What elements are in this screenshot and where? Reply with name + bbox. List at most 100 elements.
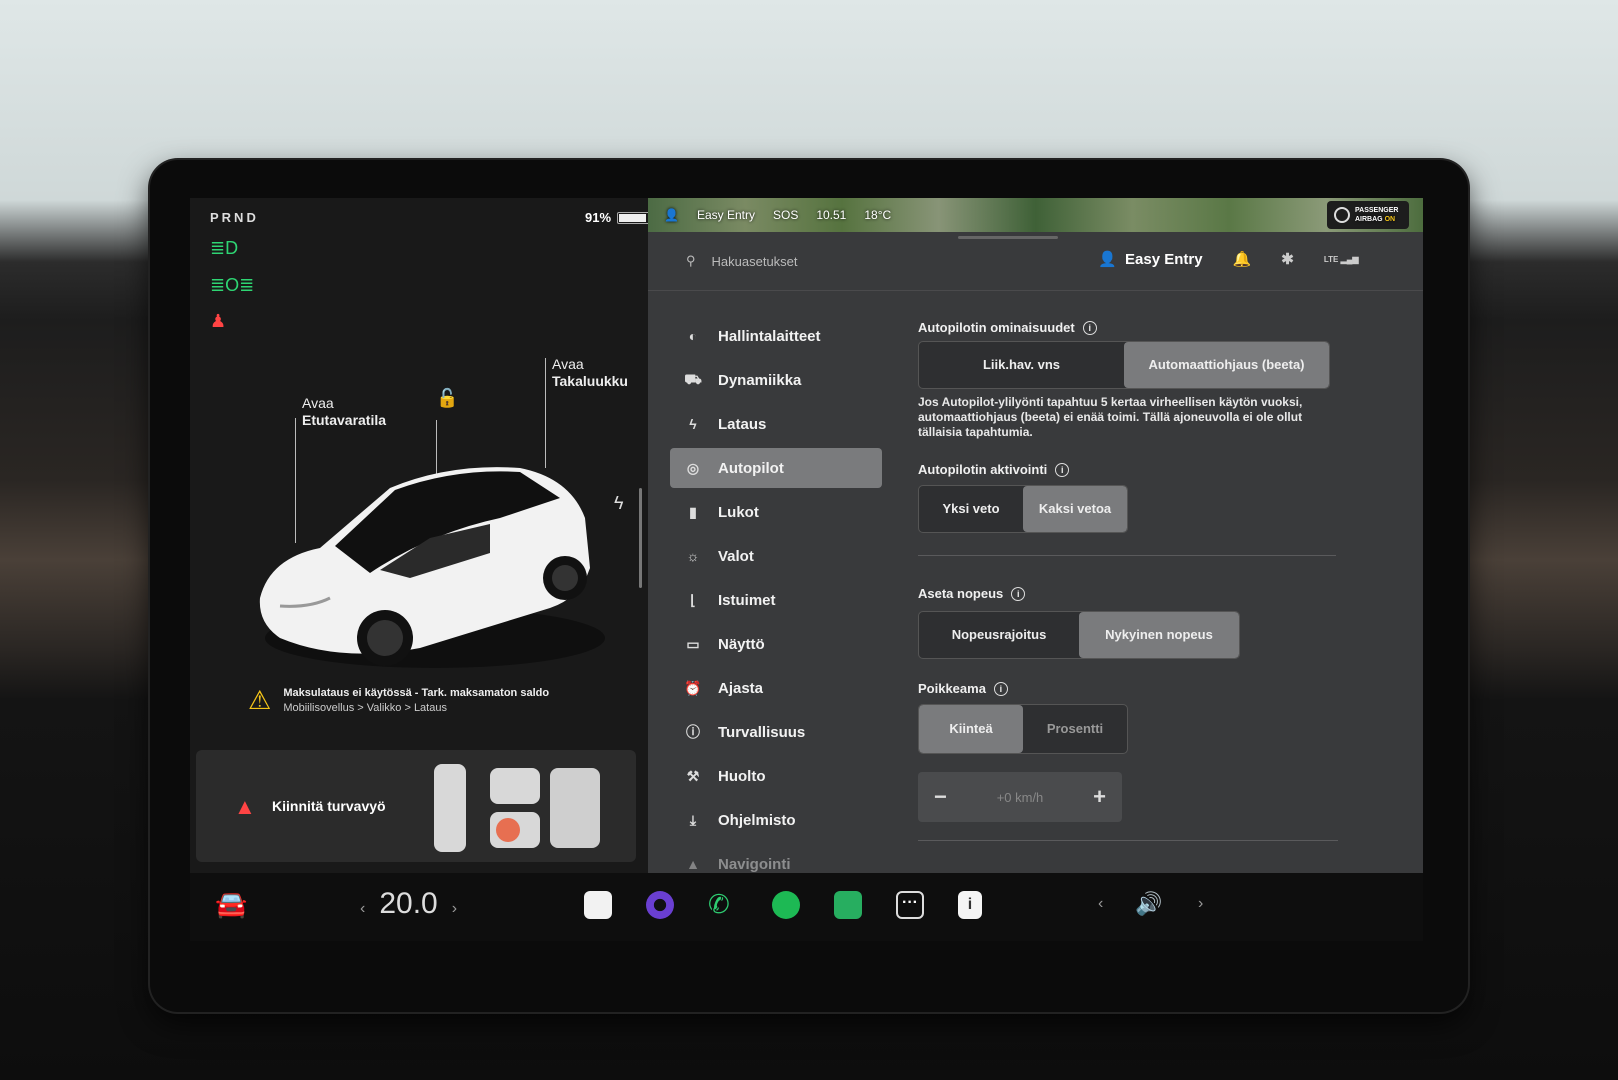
profile-name: Easy Entry bbox=[1125, 251, 1203, 268]
temp-up-icon[interactable]: › bbox=[452, 900, 457, 918]
touchscreen: PRND 91% ≣D ≣O≣ ♟ Avaa Etutavaratila Ava… bbox=[190, 198, 1423, 913]
airbag-label-line2: AIRBAG bbox=[1355, 216, 1383, 223]
battery-status: 91% bbox=[585, 210, 652, 225]
option-single-pull[interactable]: Yksi veto bbox=[919, 486, 1023, 532]
features-description: Jos Autopilot-ylilyönti tapahtuu 5 kerta… bbox=[918, 395, 1303, 439]
header-controls: 👤 Easy Entry 🔔 ✱ LTE ▂▄▆ bbox=[1098, 250, 1359, 268]
info-icon[interactable]: i bbox=[1011, 586, 1026, 601]
offset-heading: Poikkeama i bbox=[918, 681, 1338, 696]
autopilot-settings: Autopilotin ominaisuudet i Liik.hav. vns… bbox=[918, 316, 1338, 841]
car-panel-scrollbar[interactable] bbox=[639, 488, 642, 588]
clock: 10.51 bbox=[816, 208, 847, 222]
offset-mode-selector: Kiinteä Prosentti bbox=[918, 704, 1128, 754]
menu-item-ohjelmisto[interactable]: ⤓ Ohjelmisto bbox=[670, 800, 882, 840]
trunk-callout-line bbox=[545, 358, 546, 468]
profile-button[interactable]: 👤 Easy Entry bbox=[1098, 250, 1203, 268]
info-icon[interactable]: i bbox=[993, 681, 1008, 696]
charge-port-icon[interactable]: ϟ bbox=[614, 493, 624, 514]
display-icon: ▭ bbox=[686, 635, 700, 652]
bolt-icon: ϟ bbox=[689, 416, 697, 432]
battery-fill bbox=[619, 213, 647, 222]
menu-item-label: Navigointi bbox=[718, 855, 791, 873]
section-divider bbox=[918, 555, 1336, 556]
option-speed-limit[interactable]: Nopeusrajoitus bbox=[919, 612, 1079, 658]
section-divider bbox=[918, 840, 1338, 841]
volume-icon[interactable]: 🔊 bbox=[1135, 891, 1162, 917]
profile-icon: 👤 bbox=[664, 208, 679, 222]
menu-item-hallintalaitteet[interactable]: ◐ Hallintalaitteet bbox=[670, 316, 882, 356]
drag-handle[interactable] bbox=[958, 236, 1058, 239]
safety-icon: ⓘ bbox=[686, 724, 700, 740]
warning-icon: ⚠ bbox=[248, 685, 272, 715]
bell-icon[interactable]: 🔔 bbox=[1233, 250, 1252, 268]
menu-item-huolto[interactable]: ⚒ Huolto bbox=[670, 756, 882, 796]
map-status-strip[interactable]: 👤 Easy Entry SOS 10.51 18°C PASSENGER AI… bbox=[648, 198, 1423, 232]
car-model-image bbox=[259, 467, 605, 668]
option-double-pull[interactable]: Kaksi vetoa bbox=[1023, 486, 1127, 532]
seat-occupancy-icon bbox=[434, 764, 600, 852]
warning-title: Maksulataus ei käytössä - Tark. maksamat… bbox=[283, 687, 550, 699]
menu-item-turvallisuus[interactable]: ⓘ Turvallisuus bbox=[670, 712, 882, 752]
menu-item-label: Turvallisuus bbox=[718, 723, 806, 741]
cabin-temperature[interactable]: 20.0 bbox=[379, 887, 437, 921]
open-trunk-button[interactable]: Avaa Takaluukku bbox=[552, 356, 628, 390]
menu-item-näyttö[interactable]: ▭ Näyttö bbox=[670, 624, 882, 664]
manual-icon[interactable]: i bbox=[958, 891, 982, 919]
features-selector: Liik.hav. vns Automaattiohjaus (beeta) bbox=[918, 341, 1330, 389]
blank-app-icon[interactable] bbox=[584, 891, 612, 919]
sun-icon: ☼ bbox=[686, 548, 700, 564]
temp-down-icon[interactable]: ‹ bbox=[360, 900, 365, 918]
climate-control: ‹ 20.0 › bbox=[360, 887, 457, 921]
passenger-airbag-indicator: PASSENGER AIRBAG ON bbox=[1327, 201, 1409, 229]
search-placeholder: Hakuasetukset bbox=[711, 253, 798, 269]
menu-item-dynamiikka[interactable]: ⛟ Dynamiikka bbox=[670, 360, 882, 400]
battery-icon bbox=[617, 211, 652, 224]
outside-temperature: 18°C bbox=[864, 208, 892, 222]
menu-item-lataus[interactable]: ϟ Lataus bbox=[670, 404, 882, 444]
option-fixed[interactable]: Kiinteä bbox=[919, 705, 1023, 753]
charging-warning: ⚠ Maksulataus ei käytössä - Tark. maksam… bbox=[248, 685, 549, 716]
sos-indicator[interactable]: SOS bbox=[773, 208, 798, 222]
frunk-label-line1: Avaa bbox=[302, 395, 334, 411]
open-frunk-button[interactable]: Avaa Etutavaratila bbox=[302, 395, 386, 429]
menu-item-label: Hallintalaitteet bbox=[718, 327, 821, 345]
car-icon[interactable]: 🚘 bbox=[215, 889, 247, 920]
camera-icon[interactable] bbox=[646, 891, 674, 919]
bluetooth-icon[interactable]: ✱ bbox=[1281, 250, 1294, 268]
airbag-label-line1: PASSENGER bbox=[1355, 207, 1399, 214]
energy-chart-icon[interactable] bbox=[834, 891, 862, 919]
offset-stepper: − +0 km/h + bbox=[918, 772, 1122, 822]
option-current-speed[interactable]: Nykyinen nopeus bbox=[1079, 612, 1239, 658]
volume-up-icon[interactable]: › bbox=[1198, 895, 1203, 913]
info-icon[interactable]: i bbox=[1082, 320, 1097, 335]
menu-item-valot[interactable]: ☼ Valot bbox=[670, 536, 882, 576]
menu-item-label: Ajasta bbox=[718, 679, 764, 697]
trunk-label-line2: Takaluukku bbox=[552, 373, 628, 389]
menu-item-autopilot[interactable]: ◎ Autopilot bbox=[670, 448, 882, 488]
menu-item-ajasta[interactable]: ⏰ Ajasta bbox=[670, 668, 882, 708]
volume-down-icon[interactable]: ‹ bbox=[1098, 895, 1103, 913]
unlock-icon[interactable]: 🔓 bbox=[436, 388, 458, 409]
decrement-button[interactable]: − bbox=[934, 784, 947, 810]
warning-path: Mobiilisovellus > Valikko > Lataus bbox=[283, 702, 447, 714]
menu-item-label: Valot bbox=[718, 547, 754, 565]
menu-item-label: Näyttö bbox=[718, 635, 765, 653]
settings-menu: ◐ Hallintalaitteet ⛟ Dynamiikka ϟ Lataus ◎ Auto… bbox=[670, 316, 882, 888]
spotify-icon[interactable] bbox=[772, 891, 800, 919]
phone-icon[interactable]: ✆ bbox=[708, 889, 730, 920]
steering-wheel-icon: ◎ bbox=[686, 459, 700, 476]
speed-heading: Aseta nopeus i bbox=[918, 586, 1338, 601]
lte-label: LTE bbox=[1323, 254, 1339, 264]
airbag-state: ON bbox=[1384, 216, 1396, 223]
option-percentage[interactable]: Prosentti bbox=[1023, 705, 1127, 753]
more-apps-icon[interactable]: ··· bbox=[896, 891, 924, 919]
menu-item-istuimet[interactable]: ⌊ Istuimet bbox=[670, 580, 882, 620]
increment-button[interactable]: + bbox=[1093, 784, 1106, 810]
menu-item-lukot[interactable]: ▮ Lukot bbox=[670, 492, 882, 532]
settings-search[interactable]: ⚲ Hakuasetukset bbox=[686, 253, 798, 269]
info-icon[interactable]: i bbox=[1055, 462, 1070, 477]
option-traffic-aware-cruise[interactable]: Liik.hav. vns bbox=[919, 342, 1124, 388]
settings-panel: 👤 Easy Entry SOS 10.51 18°C PASSENGER AI… bbox=[648, 198, 1423, 913]
option-autosteer-beta[interactable]: Automaattiohjaus (beeta) bbox=[1124, 342, 1329, 388]
activation-heading: Autopilotin aktivointi i bbox=[918, 462, 1338, 477]
